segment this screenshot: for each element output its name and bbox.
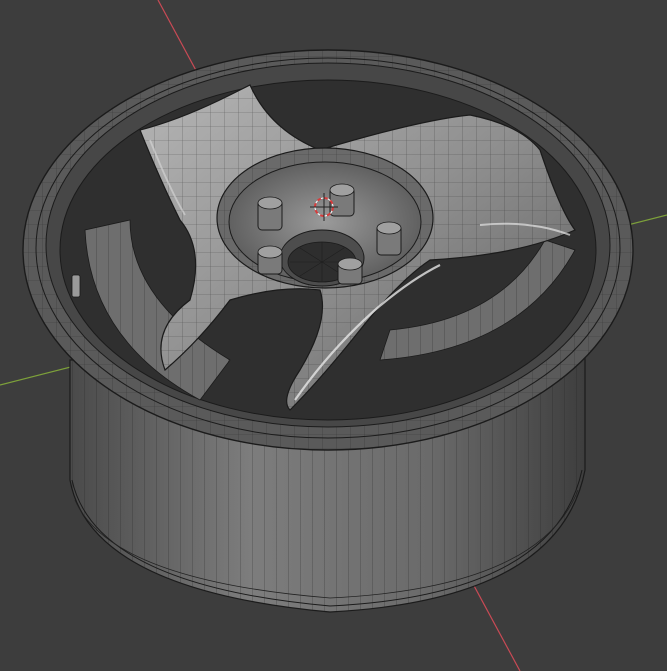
lug-nut[interactable] — [257, 196, 283, 231]
viewport-canvas[interactable] — [0, 0, 667, 671]
3d-viewport[interactable] — [0, 0, 667, 671]
wheel-rim[interactable] — [22, 49, 634, 613]
lug-nut[interactable] — [329, 183, 355, 217]
lug-nut[interactable] — [257, 245, 283, 275]
lug-nut[interactable] — [337, 257, 363, 285]
lug-nut[interactable] — [376, 221, 402, 256]
valve-stem — [71, 274, 81, 298]
